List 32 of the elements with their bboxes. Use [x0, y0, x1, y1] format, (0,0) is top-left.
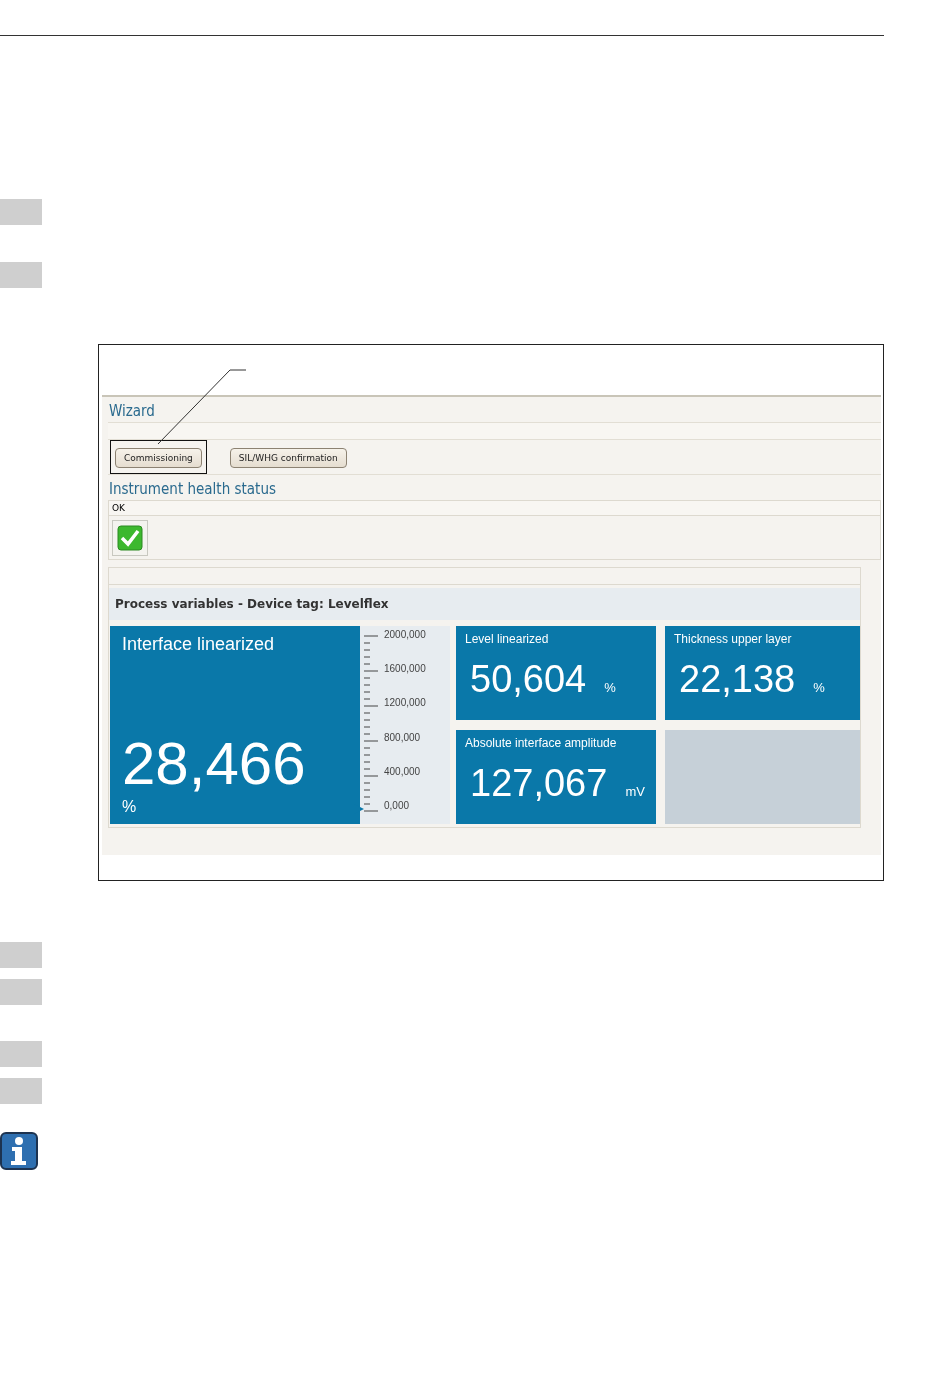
- step-marker: [0, 1078, 42, 1104]
- tile-value: 28,466: [122, 734, 307, 794]
- wizard-button[interactable]: SIL/WHG confirmation: [229, 448, 347, 468]
- tile-unit: %: [604, 680, 616, 695]
- tile-unit: %: [122, 798, 138, 816]
- step-marker: [0, 1041, 42, 1067]
- tile-value: 50,604: [470, 660, 587, 698]
- tile-value: 127,067: [470, 764, 608, 802]
- scale-label: 0,000: [384, 799, 411, 811]
- step-marker: [0, 199, 42, 225]
- scale-label: 2000,000: [384, 629, 426, 640]
- tile-unit: mV: [625, 784, 645, 799]
- step-marker: [0, 942, 42, 968]
- tile-label: Interface linearized: [122, 634, 276, 655]
- scale-label: 800,000: [384, 731, 422, 743]
- section-title: Instrument health status: [108, 479, 277, 500]
- panel-title: Process variables - Device tag: Levelflex: [109, 588, 860, 620]
- step-marker: [0, 262, 42, 288]
- tile-value: 22,138: [679, 660, 796, 698]
- tile-label: Level linearized: [465, 632, 550, 646]
- scale-label: 1600,000: [384, 663, 426, 675]
- checkmark-icon: [112, 520, 148, 556]
- status-label: OK: [109, 501, 880, 516]
- wizard-button[interactable]: Commissioning: [115, 448, 202, 468]
- scale-label: 400,000: [384, 765, 422, 777]
- tile-unit: %: [813, 680, 825, 695]
- section-title: Wizard: [108, 401, 156, 422]
- step-marker: [0, 979, 42, 1005]
- info-icon: [0, 1132, 38, 1170]
- tile-label: Thickness upper layer: [674, 632, 793, 646]
- tile-label: Absolute interface amplitude: [465, 736, 618, 750]
- scale-label: 1200,000: [384, 697, 426, 709]
